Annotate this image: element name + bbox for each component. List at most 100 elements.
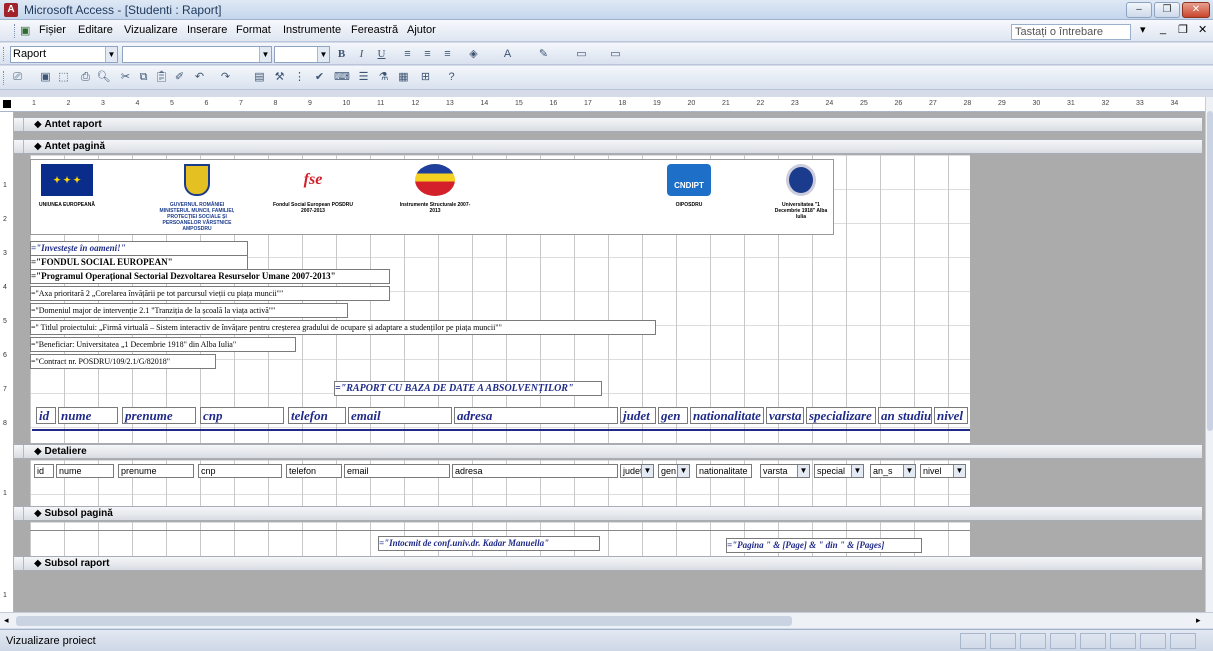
label-beneficiar[interactable]: ="Beneficiar: Universitatea „1 Decembrie… xyxy=(30,337,296,352)
col-header-id[interactable]: id xyxy=(36,407,56,424)
scroll-right-icon[interactable]: ▸ xyxy=(1196,615,1201,626)
font-name-combo[interactable]: ▼ xyxy=(122,46,272,63)
field-nivel[interactable]: nivel ▼ xyxy=(920,464,966,478)
label-investeste[interactable]: ="Investește în oameni!" xyxy=(30,241,248,256)
field-telefon[interactable]: telefon xyxy=(286,464,342,478)
field-id[interactable]: id xyxy=(34,464,54,478)
vertical-scrollbar[interactable] xyxy=(1205,97,1213,612)
vertical-scroll-thumb[interactable] xyxy=(1207,111,1213,431)
view-icon[interactable]: ⎚ xyxy=(10,70,25,84)
label-program[interactable]: ="Programul Operațional Sectorial Dezvol… xyxy=(30,269,390,284)
menu-view[interactable]: Vizualizare xyxy=(124,24,178,36)
italic-icon[interactable]: I xyxy=(354,47,369,61)
build-icon[interactable]: ⚗ xyxy=(376,70,391,84)
col-header-nationalitate[interactable]: nationalitate xyxy=(690,407,764,424)
report-header-bar[interactable]: ◆ Antet raport xyxy=(14,117,1202,132)
toolbar-grip[interactable] xyxy=(14,24,17,38)
menu-format[interactable]: Format xyxy=(236,24,271,36)
fill-color-icon[interactable]: ◈ xyxy=(466,47,481,61)
line-color-icon[interactable]: ✎ xyxy=(536,47,551,61)
autoformat-icon[interactable]: ✔ xyxy=(312,70,327,84)
sorting-grouping-icon[interactable]: ⋮ xyxy=(292,70,307,84)
field-gen[interactable]: gen ▼ xyxy=(658,464,690,478)
align-left-icon[interactable]: ≡ xyxy=(400,47,415,61)
field-judet[interactable]: judet ▼ xyxy=(620,464,654,478)
permission-icon[interactable]: ⬚ xyxy=(56,70,71,84)
logo-strip-image[interactable]: ✦ ✦ ✦ UNIUNEA EUROPEANĂ GUVERNUL ROMÂNIE… xyxy=(30,159,834,235)
label-contract[interactable]: ="Contract nr. POSDRU/109/2.1/G/82018" xyxy=(30,354,216,369)
field-email[interactable]: email xyxy=(344,464,450,478)
new-object-icon[interactable]: ⊞ xyxy=(418,70,433,84)
help-search-input[interactable]: Tastați o întrebare xyxy=(1011,24,1131,40)
help-icon[interactable]: ? xyxy=(444,70,459,84)
page-header-bar[interactable]: ◆ Antet pagină xyxy=(14,139,1202,154)
field-nume[interactable]: nume xyxy=(56,464,114,478)
col-header-email[interactable]: email xyxy=(348,407,452,424)
align-right-icon[interactable]: ≡ xyxy=(440,47,455,61)
col-header-an-studiu[interactable]: an studiu xyxy=(878,407,932,424)
menu-tools[interactable]: Instrumente xyxy=(283,24,341,36)
doc-restore-icon[interactable]: ❐ xyxy=(1178,23,1188,36)
field-varsta[interactable]: varsta ▼ xyxy=(760,464,810,478)
report-title[interactable]: ="RAPORT CU BAZA DE DATE A ABSOLVENȚILOR… xyxy=(334,381,602,396)
special-effect-icon[interactable]: ▭ xyxy=(608,47,623,61)
copy-icon[interactable]: ⧉ xyxy=(136,70,151,84)
footer-line[interactable] xyxy=(30,530,970,531)
font-color-icon[interactable]: A xyxy=(500,47,515,61)
bold-icon[interactable]: B xyxy=(334,47,349,61)
footer-author[interactable]: ="Intocmit de conf.univ.dr. Kadar Manuel… xyxy=(378,536,600,551)
close-button[interactable]: ✕ xyxy=(1182,2,1210,18)
minimize-button[interactable]: – xyxy=(1126,2,1152,18)
code-icon[interactable]: ⌨ xyxy=(334,70,350,84)
horizontal-scroll-thumb[interactable] xyxy=(16,616,792,626)
col-header-adresa[interactable]: adresa xyxy=(454,407,618,424)
section-selector[interactable] xyxy=(14,140,24,153)
doc-close-icon[interactable]: ✕ xyxy=(1198,23,1207,36)
doc-minimize-icon[interactable]: _ xyxy=(1160,23,1166,35)
col-header-gen[interactable]: gen xyxy=(658,407,688,424)
label-axa[interactable]: ="Axa prioritară 2 „Corelarea învățării … xyxy=(30,286,390,301)
field-list-icon[interactable]: ▤ xyxy=(252,70,267,84)
section-selector[interactable] xyxy=(14,557,24,570)
field-adresa[interactable]: adresa xyxy=(452,464,618,478)
col-header-judet[interactable]: judet xyxy=(620,407,656,424)
field-cnp[interactable]: cnp xyxy=(198,464,282,478)
col-header-prenume[interactable]: prenume xyxy=(122,407,196,424)
restore-button[interactable]: ❐ xyxy=(1154,2,1180,18)
scroll-left-icon[interactable]: ◂ xyxy=(4,615,9,626)
print-preview-icon[interactable]: 🔍︎ xyxy=(96,70,111,84)
col-header-varsta[interactable]: varsta xyxy=(766,407,804,424)
cut-icon[interactable]: ✂ xyxy=(118,70,133,84)
report-footer-bar[interactable]: ◆ Subsol raport xyxy=(14,556,1202,571)
underline-icon[interactable]: U xyxy=(374,47,389,61)
col-header-cnp[interactable]: cnp xyxy=(200,407,284,424)
properties-icon[interactable]: ☰ xyxy=(356,70,371,84)
help-dropdown-icon[interactable]: ▾ xyxy=(1140,23,1146,36)
print-icon[interactable]: ⎙ xyxy=(78,70,93,84)
field-specializare[interactable]: special ▼ xyxy=(814,464,864,478)
menu-edit[interactable]: Editare xyxy=(78,24,113,36)
menu-file[interactable]: Fișier xyxy=(39,24,66,36)
paste-icon[interactable]: 📋︎ xyxy=(154,70,169,84)
redo-icon[interactable]: ↷ xyxy=(218,70,233,84)
report-selector[interactable] xyxy=(3,100,11,108)
label-domeniul[interactable]: ="Domeniul major de intervenție 2.1 "Tra… xyxy=(30,303,348,318)
section-selector[interactable] xyxy=(14,507,24,520)
menu-help[interactable]: Ajutor xyxy=(407,24,436,36)
database-window-icon[interactable]: ▦ xyxy=(396,70,411,84)
col-header-telefon[interactable]: telefon xyxy=(288,407,346,424)
label-titlul[interactable]: =" Titlul proiectului: „Firmă virtuală –… xyxy=(30,320,656,335)
menu-insert[interactable]: Inserare xyxy=(187,24,227,36)
label-fse[interactable]: ="FONDUL SOCIAL EUROPEAN" xyxy=(30,255,248,270)
section-selector[interactable] xyxy=(14,445,24,458)
line-width-icon[interactable]: ▭ xyxy=(574,47,589,61)
object-combo[interactable]: Raport ▼ xyxy=(10,46,118,63)
undo-icon[interactable]: ↶ xyxy=(192,70,207,84)
font-size-combo[interactable]: ▼ xyxy=(274,46,330,63)
horizontal-scrollbar[interactable]: ◂ ▸ xyxy=(0,612,1213,628)
col-header-nume[interactable]: nume xyxy=(58,407,118,424)
toolbar-grip[interactable] xyxy=(3,71,6,85)
section-selector[interactable] xyxy=(14,118,24,131)
footer-page-number[interactable]: ="Pagina " & [Page] & " din " & [Pages] xyxy=(726,538,922,553)
page-footer-bar[interactable]: ◆ Subsol pagină xyxy=(14,506,1202,521)
